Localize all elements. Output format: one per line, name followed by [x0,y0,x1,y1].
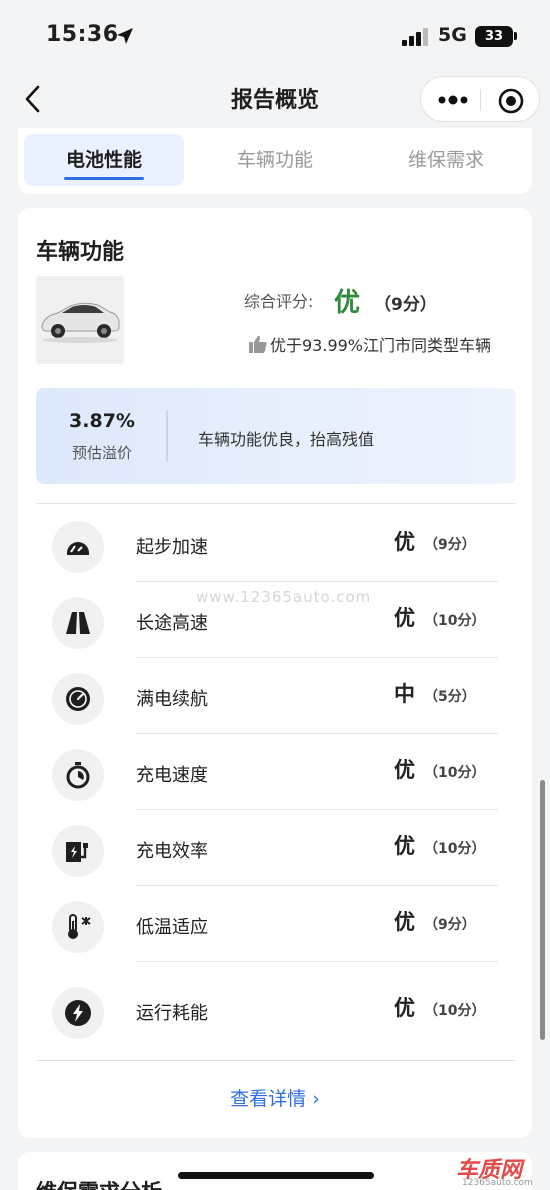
capsule-divider [480,89,481,111]
view-details-link[interactable]: 查看详情 › [18,1084,532,1111]
metric-points: （10分） [424,841,486,857]
tab-label: 维保需求 [407,149,484,171]
car-icon [41,302,120,343]
metric-grade: 优 [394,910,415,934]
status-time: 15:36 [46,22,119,47]
metric-grade: 优 [394,606,415,630]
tab-label: 电池性能 [65,149,142,171]
report-tabs: 电池性能 车辆功能 维保需求 [18,128,532,194]
metric-grade: 优 [394,834,415,858]
premium-label: 预估溢价 [71,444,132,462]
metric-grade: 中 [394,682,415,706]
metric-icon-bg [52,521,104,573]
mini-program-capsule [420,76,540,122]
tab-maintenance-needs[interactable]: 维保需求 [366,134,526,186]
thermometer-icon [68,914,91,939]
battery-indicator: 33 [475,26,513,47]
metric-grade: 优 [394,996,415,1020]
metric-icon-bg [52,673,104,725]
maintenance-analysis-card: 维保需求分析 [18,1152,532,1190]
metric-points: （10分） [424,613,486,629]
metric-points: （9分） [424,537,476,553]
metric-name: 低温适应 [136,917,208,938]
metric-name: 运行耗能 [136,1003,208,1024]
regional-comparison: 优于93.99%江门市同类型车辆 [270,336,492,355]
metric-name: 起步加速 [136,537,208,558]
thumbs-up-icon [249,335,267,353]
metric-name: 充电效率 [136,841,208,862]
metric-row: 低温适应 优 （9分） [36,886,516,962]
nav-bar: 报告概览 [0,70,550,130]
active-tab-indicator [64,177,144,180]
battery-tip [514,32,517,40]
stopwatch-icon [66,762,90,789]
section-divider [36,1060,516,1061]
brand-watermark-logo: 车质网 12365auto.com [456,1152,548,1188]
location-arrow-icon [117,28,133,44]
metric-name: 满电续航 [136,689,208,710]
scrollbar[interactable] [540,780,545,1040]
next-section-title: 维保需求分析 [36,1176,162,1190]
close-target-icon[interactable] [497,87,525,115]
metric-icon-bg [52,987,104,1039]
premium-value: 3.87% [69,410,135,432]
tab-vehicle-function[interactable]: 车辆功能 [195,134,355,186]
network-type: 5G [438,24,467,46]
speedometer-icon [67,542,89,555]
metric-name: 充电速度 [136,765,208,786]
overall-grade: 优 [334,288,361,318]
section-divider [36,503,516,504]
metric-row: 起步加速 优 （9分） [36,506,516,582]
metric-grade: 优 [394,530,415,554]
range-gauge-icon [66,687,90,711]
metric-points: （10分） [424,765,486,781]
home-indicator[interactable] [178,1172,374,1179]
metric-row: 长途高速 优 （10分） [36,582,516,658]
tab-battery-performance[interactable]: 电池性能 [24,134,184,186]
metric-icon-bg [52,749,104,801]
charger-icon [66,842,88,862]
metric-name: 长途高速 [136,613,208,634]
section-title: 车辆功能 [36,240,125,265]
metric-grade: 优 [394,758,415,782]
premium-description: 车辆功能优良，抬高残值 [198,430,375,449]
metric-icon-bg [52,901,104,953]
score-label: 综合评分: [244,292,314,311]
premium-estimate-box: 3.87% 预估溢价 车辆功能优良，抬高残值 [36,388,516,484]
vehicle-function-card: 车辆功能 综合评分: 优 （9分） 优于93.99%江门市同类型车辆 3.87%… [18,208,532,1138]
metric-points: （9分） [424,917,476,933]
premium-divider [166,410,168,462]
metric-row: 充电效率 优 （10分） [36,810,516,886]
metric-icon-bg [52,825,104,877]
metric-icon-bg [52,597,104,649]
brand-url: 12365auto.com [462,1178,533,1188]
metric-row: 满电续航 中 （5分） [36,658,516,734]
tab-label: 车辆功能 [236,149,313,171]
status-bar: 15:36 5G 33 [0,0,550,70]
metric-points: （5分） [424,689,476,705]
metric-row: 充电速度 优 （10分） [36,734,516,810]
more-dots-icon[interactable] [433,87,473,113]
overall-points: （9分） [374,295,437,315]
row-separator [136,961,498,962]
highway-icon [66,612,90,634]
car-image [36,276,124,364]
cellular-signal-icon [402,28,428,46]
metric-points: （10分） [424,1003,486,1019]
lightning-icon [65,1000,91,1026]
metric-row: 运行耗能 优 （10分） [36,972,516,1048]
